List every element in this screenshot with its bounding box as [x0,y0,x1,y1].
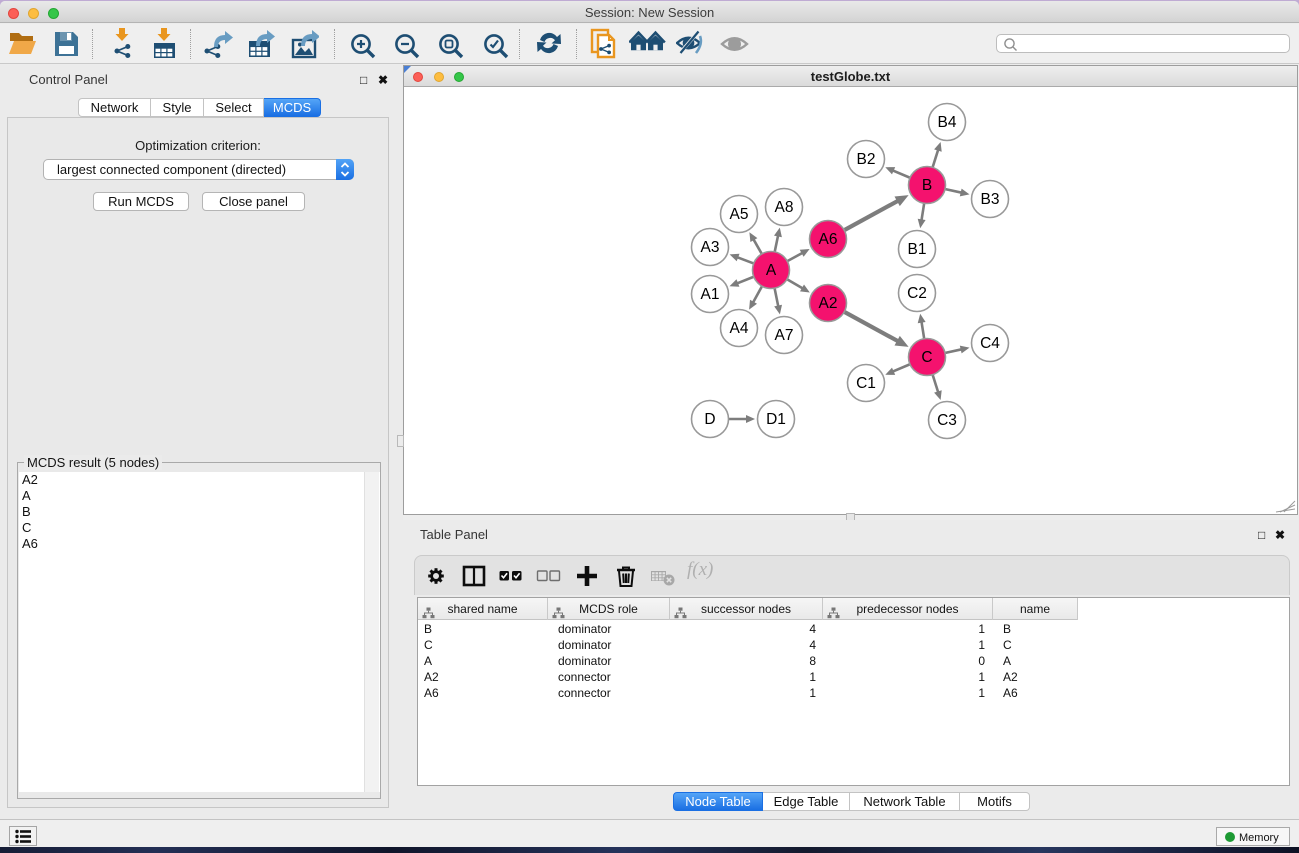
svg-text:A2: A2 [819,295,838,312]
svg-text:A: A [766,262,777,279]
svg-text:D1: D1 [766,411,786,428]
svg-text:B2: B2 [857,151,876,168]
svg-text:B1: B1 [908,241,927,258]
svg-text:B4: B4 [938,114,957,131]
svg-text:C1: C1 [856,375,876,392]
svg-text:A5: A5 [730,206,749,223]
svg-text:C: C [921,349,932,366]
svg-text:A7: A7 [775,327,794,344]
svg-text:A8: A8 [775,199,794,216]
svg-text:B: B [922,177,932,194]
svg-text:A1: A1 [701,286,720,303]
svg-text:B3: B3 [981,191,1000,208]
svg-text:C4: C4 [980,335,1000,352]
svg-text:C3: C3 [937,412,957,429]
svg-text:A6: A6 [819,231,838,248]
svg-text:D: D [704,411,715,428]
svg-text:C2: C2 [907,285,927,302]
svg-text:A3: A3 [701,239,720,256]
svg-text:A4: A4 [730,320,749,337]
